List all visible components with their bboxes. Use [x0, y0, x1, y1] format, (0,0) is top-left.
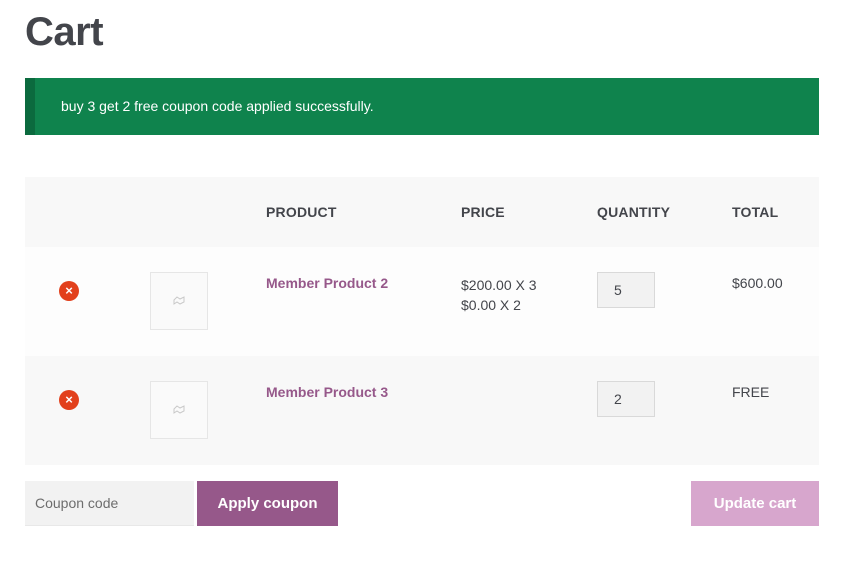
placeholder-image-icon: [173, 405, 185, 414]
product-link[interactable]: Member Product 3: [266, 384, 388, 400]
cart-table-header: Product Price Quantity Total: [25, 177, 819, 247]
coupon-code-input[interactable]: [25, 481, 194, 526]
cart-table: Product Price Quantity Total × Member Pr…: [25, 177, 819, 465]
product-link[interactable]: Member Product 2: [266, 275, 388, 291]
quantity-input[interactable]: [597, 272, 655, 308]
success-notice: buy 3 get 2 free coupon code applied suc…: [25, 78, 819, 135]
remove-item-icon[interactable]: ×: [59, 390, 79, 410]
product-subtotal: FREE: [732, 384, 770, 400]
price-line: $200.00 X 3: [461, 277, 537, 293]
cart-item-row: × Member Product 3 FREE: [25, 356, 819, 465]
remove-item-icon[interactable]: ×: [59, 281, 79, 301]
quantity-input[interactable]: [597, 381, 655, 417]
placeholder-image-icon: [173, 296, 185, 305]
notice-message: buy 3 get 2 free coupon code applied suc…: [61, 98, 374, 114]
cart-item-row: × Member Product 2 $200.00 X 3 $0.00 X 2…: [25, 247, 819, 356]
update-cart-button[interactable]: Update cart: [691, 481, 819, 526]
product-thumbnail[interactable]: [150, 381, 208, 439]
price-line: $0.00 X 2: [461, 297, 521, 313]
header-total: Total: [732, 204, 779, 220]
header-price: Price: [461, 204, 505, 220]
header-product: Product: [266, 204, 337, 220]
product-price: $200.00 X 3 $0.00 X 2: [461, 275, 537, 315]
product-thumbnail[interactable]: [150, 272, 208, 330]
product-subtotal: $600.00: [732, 275, 783, 291]
apply-coupon-button[interactable]: Apply coupon: [197, 481, 338, 526]
cart-page: Cart buy 3 get 2 free coupon code applie…: [0, 0, 842, 570]
page-title: Cart: [25, 10, 104, 54]
header-quantity: Quantity: [597, 204, 671, 220]
